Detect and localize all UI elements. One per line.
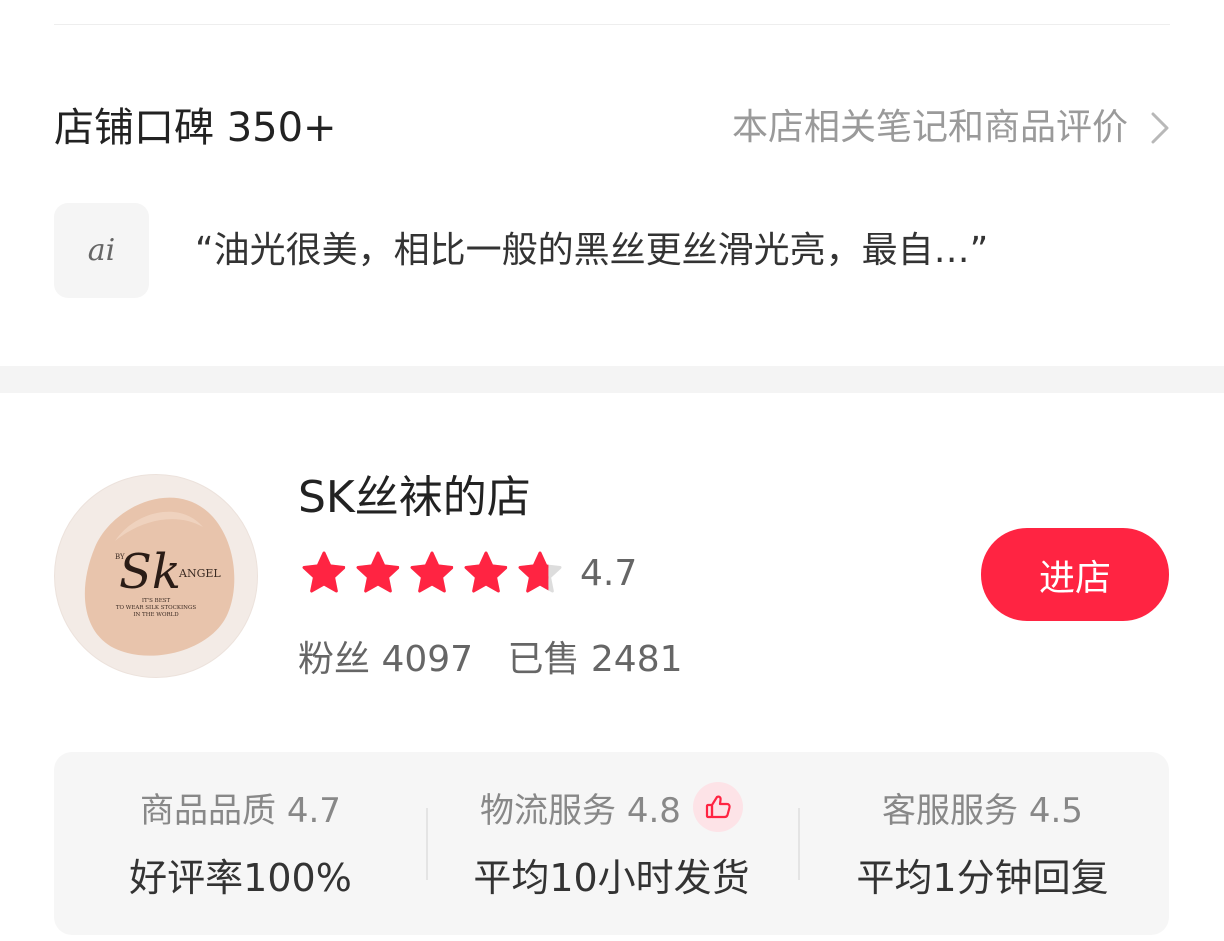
metric-quality-value: 好评率100% — [129, 856, 352, 900]
metric-service: 客服服务 4.5 平均1分钟回复 — [796, 752, 1169, 935]
ai-badge: ai — [54, 203, 149, 298]
logo-tagline-3: IN THE WORLD — [133, 612, 179, 618]
ai-summary-row[interactable]: ai “油光很美，相比一般的黑丝更丝滑光亮，最自…” — [54, 203, 1170, 298]
ai-summary-quote: “油光很美，相比一般的黑丝更丝滑光亮，最自…” — [195, 230, 989, 271]
metric-quality: 商品品质 4.7 好评率100% — [54, 752, 427, 935]
logo-tagline-1: IT'S BEST — [142, 598, 171, 604]
shop-logo[interactable]: BY Sk ANGEL IT'S BEST TO WEAR SILK STOCK… — [54, 474, 258, 678]
metric-logistics-value: 平均10小时发货 — [473, 856, 750, 900]
enter-shop-button[interactable]: 进店 — [981, 528, 1169, 621]
rating-row: 4.7 — [298, 545, 637, 601]
star-icon — [518, 551, 562, 593]
rating-value: 4.7 — [580, 552, 638, 594]
logo-angel-text: ANGEL — [178, 567, 221, 580]
fans-label: 粉丝 — [298, 639, 371, 680]
logo-brand-text: Sk — [119, 544, 181, 600]
star-icon — [302, 551, 346, 593]
top-divider — [54, 24, 1170, 25]
sold-count: 2481 — [590, 639, 683, 680]
metric-quality-label: 商品品质 4.7 — [140, 790, 341, 831]
shop-stats: 粉丝 4097 已售 2481 — [298, 630, 683, 690]
section-divider — [0, 366, 1224, 393]
reviews-link-label: 本店相关笔记和商品评价 — [731, 107, 1128, 148]
reviews-title: 店铺口碑 350+ — [54, 105, 337, 151]
sold-label: 已售 — [507, 639, 580, 680]
metric-logistics: 物流服务 4.8 平均10小时发货 — [425, 752, 798, 935]
metric-service-label: 客服服务 4.5 — [882, 790, 1083, 831]
star-icon — [410, 551, 454, 593]
rating-stars — [298, 551, 568, 595]
star-icon — [356, 551, 400, 593]
logo-tagline-2: TO WEAR SILK STOCKINGS — [116, 605, 197, 611]
reviews-header: 店铺口碑 350+ 本店相关笔记和商品评价 — [54, 96, 1170, 160]
metric-logistics-label: 物流服务 4.8 — [480, 790, 681, 831]
shop-name[interactable]: SK丝袜的店 — [298, 466, 531, 530]
thumbs-up-icon — [692, 782, 743, 832]
chevron-right-icon — [1128, 96, 1170, 160]
reviews-link[interactable]: 本店相关笔记和商品评价 — [732, 96, 1170, 160]
star-icon — [464, 551, 508, 593]
service-metrics-card: 商品品质 4.7 好评率100% 物流服务 4.8 平均10小时发货 客服服务 … — [54, 752, 1169, 935]
metric-service-value: 平均1分钟回复 — [856, 856, 1109, 900]
fans-count: 4097 — [381, 639, 474, 680]
